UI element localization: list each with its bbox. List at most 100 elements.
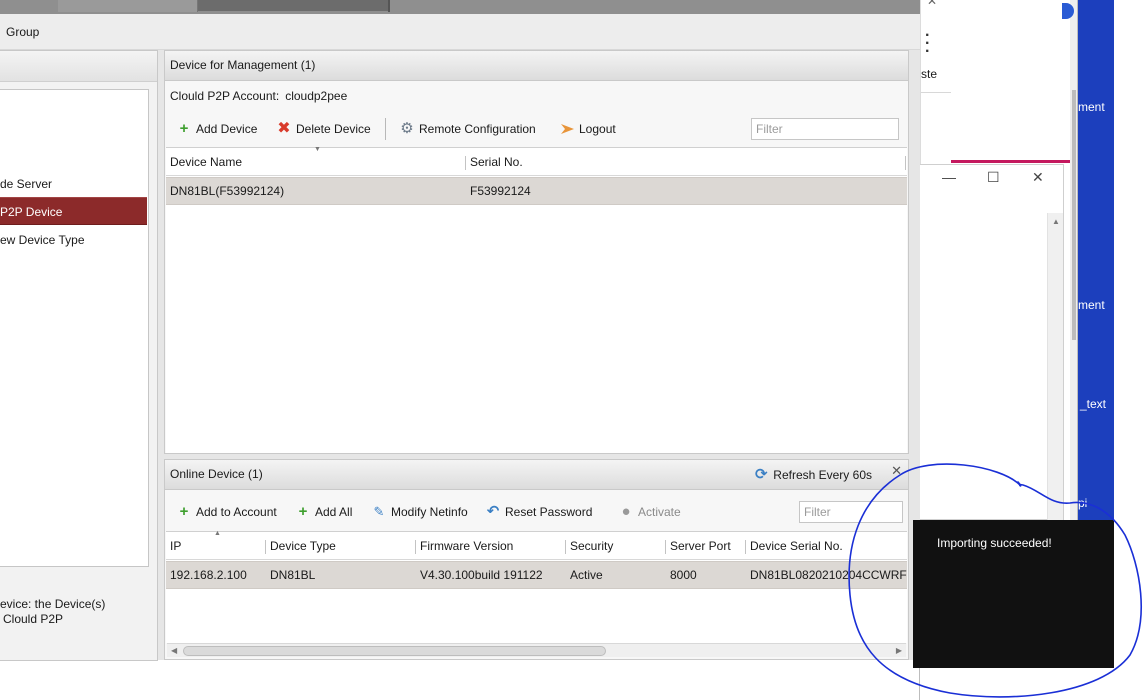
column-divider[interactable] <box>905 156 906 170</box>
collapse-icon[interactable]: ✕ <box>891 463 902 479</box>
scrollbar-thumb[interactable] <box>183 646 606 656</box>
app-window: Group de Server P2P Device ew Device Typ… <box>0 0 920 700</box>
cloud-account-info: Clould P2P Account: cloudp2pee <box>170 89 347 103</box>
online-device-table: IP ▲ Device Type Firmware Version Securi… <box>166 530 907 643</box>
button-label: Add to Account <box>196 505 277 519</box>
partial-text: ste <box>921 67 938 81</box>
modify-netinfo-button[interactable]: ✎ Modify Netinfo <box>372 501 468 523</box>
strip-text: ment <box>1078 298 1105 312</box>
remote-configuration-button[interactable]: ⚙ Remote Configuration <box>400 118 536 140</box>
toast-message: Importing succeeded! <box>937 536 1052 550</box>
refresh-icon: ⟳ <box>754 466 768 483</box>
strip-text: _text <box>1080 397 1107 411</box>
column-header-firmware-version[interactable]: Firmware Version <box>416 532 513 560</box>
scroll-right-icon[interactable]: ▶ <box>896 644 902 658</box>
group-menu[interactable]: Group <box>6 25 39 39</box>
table-header: Device Name ▼ Serial No. <box>166 146 907 176</box>
column-header-device-type[interactable]: Device Type <box>266 532 336 560</box>
cell-firmware: V4.30.100build 191122 <box>420 568 543 582</box>
top-tab-divider <box>388 0 390 12</box>
activate-button[interactable]: ● Activate <box>619 501 681 523</box>
table-row[interactable]: DN81BL(F53992124) F53992124 <box>166 177 907 205</box>
left-panel-header <box>0 51 157 82</box>
vertical-scrollbar-thumb[interactable] <box>1072 90 1076 340</box>
close-icon[interactable]: ✕ <box>1032 169 1044 186</box>
reset-password-button[interactable]: ↶ Reset Password <box>486 501 593 523</box>
list-item-label: de Server <box>0 177 53 191</box>
title-bar <box>0 0 920 14</box>
close-icon[interactable]: ✕ <box>927 0 937 8</box>
vertical-scrollbar[interactable]: ▲ <box>1047 213 1063 521</box>
minimize-icon[interactable]: — <box>942 169 956 185</box>
cell-ip: 192.168.2.100 <box>170 568 247 582</box>
logout-button[interactable]: Logout <box>560 118 616 140</box>
scroll-up-icon[interactable]: ▲ <box>1052 217 1060 226</box>
note-line: Clould P2P <box>3 612 64 626</box>
button-label: Add Device <box>196 122 258 136</box>
column-header-serial-no[interactable]: Serial No. <box>466 148 523 176</box>
refresh-button[interactable]: ⟳ Refresh Every 60s <box>754 464 872 486</box>
column-header-device-serial[interactable]: Device Serial No. <box>746 532 843 560</box>
panel-title: Device for Management (1) <box>165 51 908 81</box>
column-header-ip[interactable]: IP <box>166 532 181 560</box>
top-tab[interactable] <box>58 0 198 12</box>
online-device-title: Online Device (1) <box>170 467 263 481</box>
background-window: ✕ · · · ste <box>920 0 1071 165</box>
sort-arrow-icon: ▲ <box>214 530 221 537</box>
background-window-edge <box>1070 0 1078 520</box>
cell-device-type: DN81BL <box>270 568 316 582</box>
lightbulb-icon: ● <box>621 503 631 520</box>
success-toast: Importing succeeded! <box>913 520 1114 668</box>
device-filter-input[interactable] <box>751 118 899 140</box>
menu-bar: Group <box>0 14 920 50</box>
device-management-panel: Device for Management (1) Clould P2P Acc… <box>164 50 909 454</box>
undo-arrow-icon: ↶ <box>486 503 500 520</box>
note-line: evice: the Device(s) <box>0 597 106 611</box>
cell-serial-no: F53992124 <box>470 184 531 198</box>
plus-icon: + <box>179 120 189 137</box>
accent-line <box>951 160 1071 163</box>
button-label: Remote Configuration <box>419 122 536 136</box>
column-header-device-name[interactable]: Device Name <box>166 148 242 176</box>
column-header-security[interactable]: Security <box>566 532 613 560</box>
device-type-list: de Server P2P Device ew Device Type <box>0 89 149 567</box>
cell-server-port: 8000 <box>670 568 697 582</box>
online-filter-input[interactable] <box>799 501 903 523</box>
button-label: Activate <box>638 505 681 519</box>
table-row[interactable]: 192.168.2.100 DN81BL V4.30.100build 1911… <box>166 561 907 589</box>
column-header-server-port[interactable]: Server Port <box>666 532 731 560</box>
scroll-left-icon[interactable]: ◀ <box>171 644 177 658</box>
list-item-server[interactable]: de Server <box>0 170 147 198</box>
device-table: Device Name ▼ Serial No. DN81BL(F5399212… <box>166 146 907 453</box>
table-header: IP ▲ Device Type Firmware Version Securi… <box>166 530 907 560</box>
plus-icon: + <box>298 503 308 520</box>
sort-arrow-icon: ▼ <box>314 146 321 153</box>
strip-text: ment <box>1078 100 1105 114</box>
add-all-button[interactable]: + Add All <box>296 501 353 523</box>
left-panel: de Server P2P Device ew Device Type evic… <box>0 50 158 661</box>
button-label: Modify Netinfo <box>391 505 468 519</box>
horizontal-scrollbar[interactable]: ◀ ▶ <box>167 643 906 657</box>
plus-icon: + <box>179 503 189 520</box>
background-dialog: — ☐ ✕ ▲ <box>920 164 1064 521</box>
more-options-icon[interactable]: · · · <box>925 28 930 60</box>
edit-icon: ✎ <box>373 504 385 519</box>
online-device-panel: Online Device (1) ⟳ Refresh Every 60s ✕ +… <box>164 459 909 660</box>
button-label: Logout <box>579 122 616 136</box>
list-item-new-device-type[interactable]: ew Device Type <box>0 226 147 254</box>
dialog-titlebar: — ☐ ✕ <box>920 165 1063 197</box>
maximize-icon[interactable]: ☐ <box>987 169 1000 186</box>
delete-x-icon: ✖ <box>277 120 291 137</box>
refresh-label: Refresh Every 60s <box>773 468 872 482</box>
list-item-p2p-device[interactable]: P2P Device <box>0 197 147 225</box>
top-tab-active[interactable] <box>198 0 388 11</box>
add-device-button[interactable]: + Add Device <box>177 118 258 140</box>
account-value: cloudp2pee <box>285 89 348 103</box>
add-to-account-button[interactable]: + Add to Account <box>177 501 277 523</box>
gear-icon: ⚙ <box>400 120 414 137</box>
divider <box>921 92 951 93</box>
delete-device-button[interactable]: ✖ Delete Device <box>277 118 370 140</box>
strip-text: pi <box>1078 496 1088 510</box>
left-panel-note: evice: the Device(s) Clould P2P <box>0 597 157 627</box>
button-label: Reset Password <box>505 505 593 519</box>
